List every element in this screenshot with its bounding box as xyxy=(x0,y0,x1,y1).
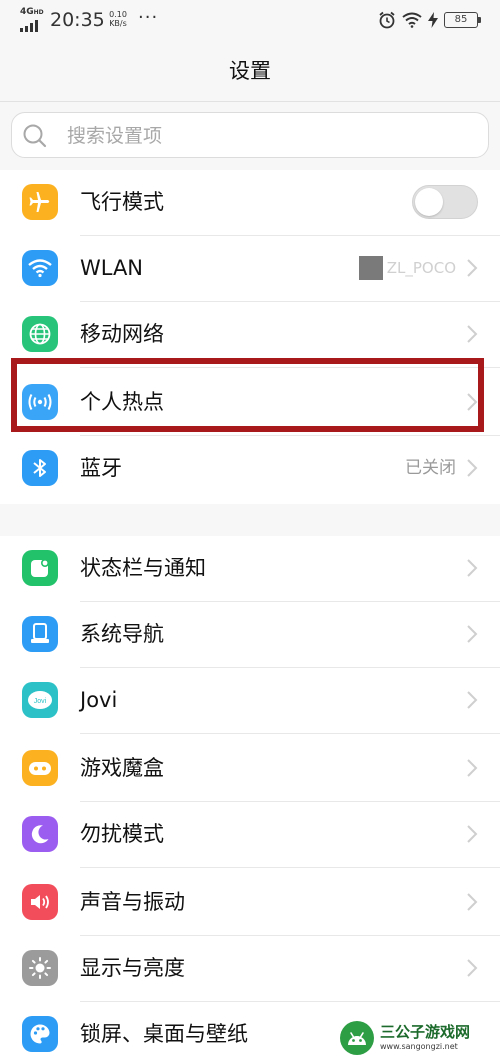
chevron-right-icon xyxy=(467,893,478,911)
wifi-icon xyxy=(22,250,58,286)
settings-item-sound-vibration[interactable]: 声音与振动 xyxy=(0,870,500,936)
network-speed-value: 0.10 xyxy=(109,10,127,19)
more-notifications-icon: ··· xyxy=(138,7,159,28)
bluetooth-icon xyxy=(22,450,58,486)
network-type: 4G xyxy=(20,7,34,17)
settings-item-label: 状态栏与通知 xyxy=(80,556,206,580)
settings-item-status-bar-notifications[interactable]: 状态栏与通知 xyxy=(0,536,500,602)
settings-item-airplane-mode[interactable]: 飞行模式 xyxy=(0,170,500,236)
settings-item-label: 系统导航 xyxy=(80,622,164,646)
settings-item-wlan[interactable]: WLAN ZL_POCO xyxy=(0,236,500,302)
globe-icon xyxy=(22,316,58,352)
row-divider xyxy=(80,867,500,868)
settings-item-label: 移动网络 xyxy=(80,322,164,346)
status-time: 20:35 xyxy=(50,9,105,31)
redaction-block xyxy=(358,256,383,280)
status-bar: 4GHD 20:35 0.10 KB/s ··· 85 xyxy=(0,0,500,40)
chevron-right-icon xyxy=(467,625,478,643)
settings-item-jovi[interactable]: Jovi Jovi xyxy=(0,668,500,734)
chevron-right-icon xyxy=(467,691,478,709)
wlan-network-name: ZL_POCO xyxy=(358,256,456,280)
chevron-right-icon xyxy=(467,325,478,343)
settings-item-label: 声音与振动 xyxy=(80,890,185,914)
chevron-right-icon xyxy=(467,759,478,777)
settings-group-system: 状态栏与通知 系统导航 Jovi Jovi 游戏魔盒 勿扰模式 声音与振动 显示… xyxy=(0,536,500,1057)
gamepad-icon xyxy=(22,750,58,786)
settings-item-label: 飞行模式 xyxy=(80,190,164,214)
chevron-right-icon xyxy=(467,559,478,577)
watermark-title: 三公子游戏网 xyxy=(380,1023,471,1041)
settings-item-do-not-disturb[interactable]: 勿扰模式 xyxy=(0,802,500,868)
highlight-box xyxy=(11,358,484,432)
battery-icon: 85 xyxy=(444,12,481,28)
bluetooth-status: 已关闭 xyxy=(405,458,456,478)
speaker-icon xyxy=(22,884,58,920)
settings-item-label: WLAN xyxy=(80,256,144,280)
search-input[interactable]: 搜索设置项 xyxy=(11,112,489,158)
chevron-right-icon xyxy=(467,825,478,843)
search-placeholder: 搜索设置项 xyxy=(67,125,163,147)
wlan-ssid: ZL_POCO xyxy=(386,259,456,277)
alarm-icon xyxy=(379,11,395,29)
settings-item-game-box[interactable]: 游戏魔盒 xyxy=(0,736,500,802)
palette-icon xyxy=(22,1016,58,1052)
android-logo-icon xyxy=(340,1020,374,1055)
cellular-signal-icon: 4GHD xyxy=(20,8,46,32)
settings-item-label: 勿扰模式 xyxy=(80,822,164,846)
settings-item-bluetooth[interactable]: 蓝牙 已关闭 xyxy=(0,436,500,502)
svg-text:Jovi: Jovi xyxy=(34,698,47,705)
title-divider xyxy=(0,101,500,102)
network-speed-unit: KB/s xyxy=(109,19,127,28)
settings-item-label: 锁屏、桌面与壁纸 xyxy=(80,1022,248,1046)
airplane-mode-toggle[interactable] xyxy=(412,185,478,219)
settings-item-label: 蓝牙 xyxy=(80,456,122,480)
airplane-icon xyxy=(22,184,58,220)
row-divider xyxy=(80,733,500,734)
settings-item-display-brightness[interactable]: 显示与亮度 xyxy=(0,936,500,1002)
network-speed: 0.10 KB/s xyxy=(106,10,130,28)
page-title: 设置 xyxy=(229,59,271,83)
watermark: 三公子游戏网 www.sangongzi.net xyxy=(334,1018,500,1057)
moon-icon xyxy=(22,816,58,852)
settings-group-connectivity: 飞行模式 WLAN ZL_POCO 移动网络 个人热点 蓝牙 已关闭 xyxy=(0,170,500,504)
network-hd-label: HD xyxy=(33,9,44,16)
search-icon xyxy=(23,124,47,148)
navigation-icon xyxy=(22,616,58,652)
sun-icon xyxy=(22,950,58,986)
wifi-icon xyxy=(402,12,422,28)
charging-icon xyxy=(428,12,438,28)
settings-item-system-navigation[interactable]: 系统导航 xyxy=(0,602,500,668)
battery-level: 85 xyxy=(454,14,468,25)
toggle-knob xyxy=(415,188,443,216)
settings-item-label: 显示与亮度 xyxy=(80,956,185,980)
chevron-right-icon xyxy=(467,459,478,477)
jovi-icon: Jovi xyxy=(22,682,58,718)
settings-item-label: 游戏魔盒 xyxy=(80,756,164,780)
chevron-right-icon xyxy=(467,259,478,277)
chevron-right-icon xyxy=(467,959,478,977)
settings-item-label: Jovi xyxy=(80,688,118,712)
watermark-url: www.sangongzi.net xyxy=(380,1042,458,1051)
notification-icon xyxy=(22,550,58,586)
